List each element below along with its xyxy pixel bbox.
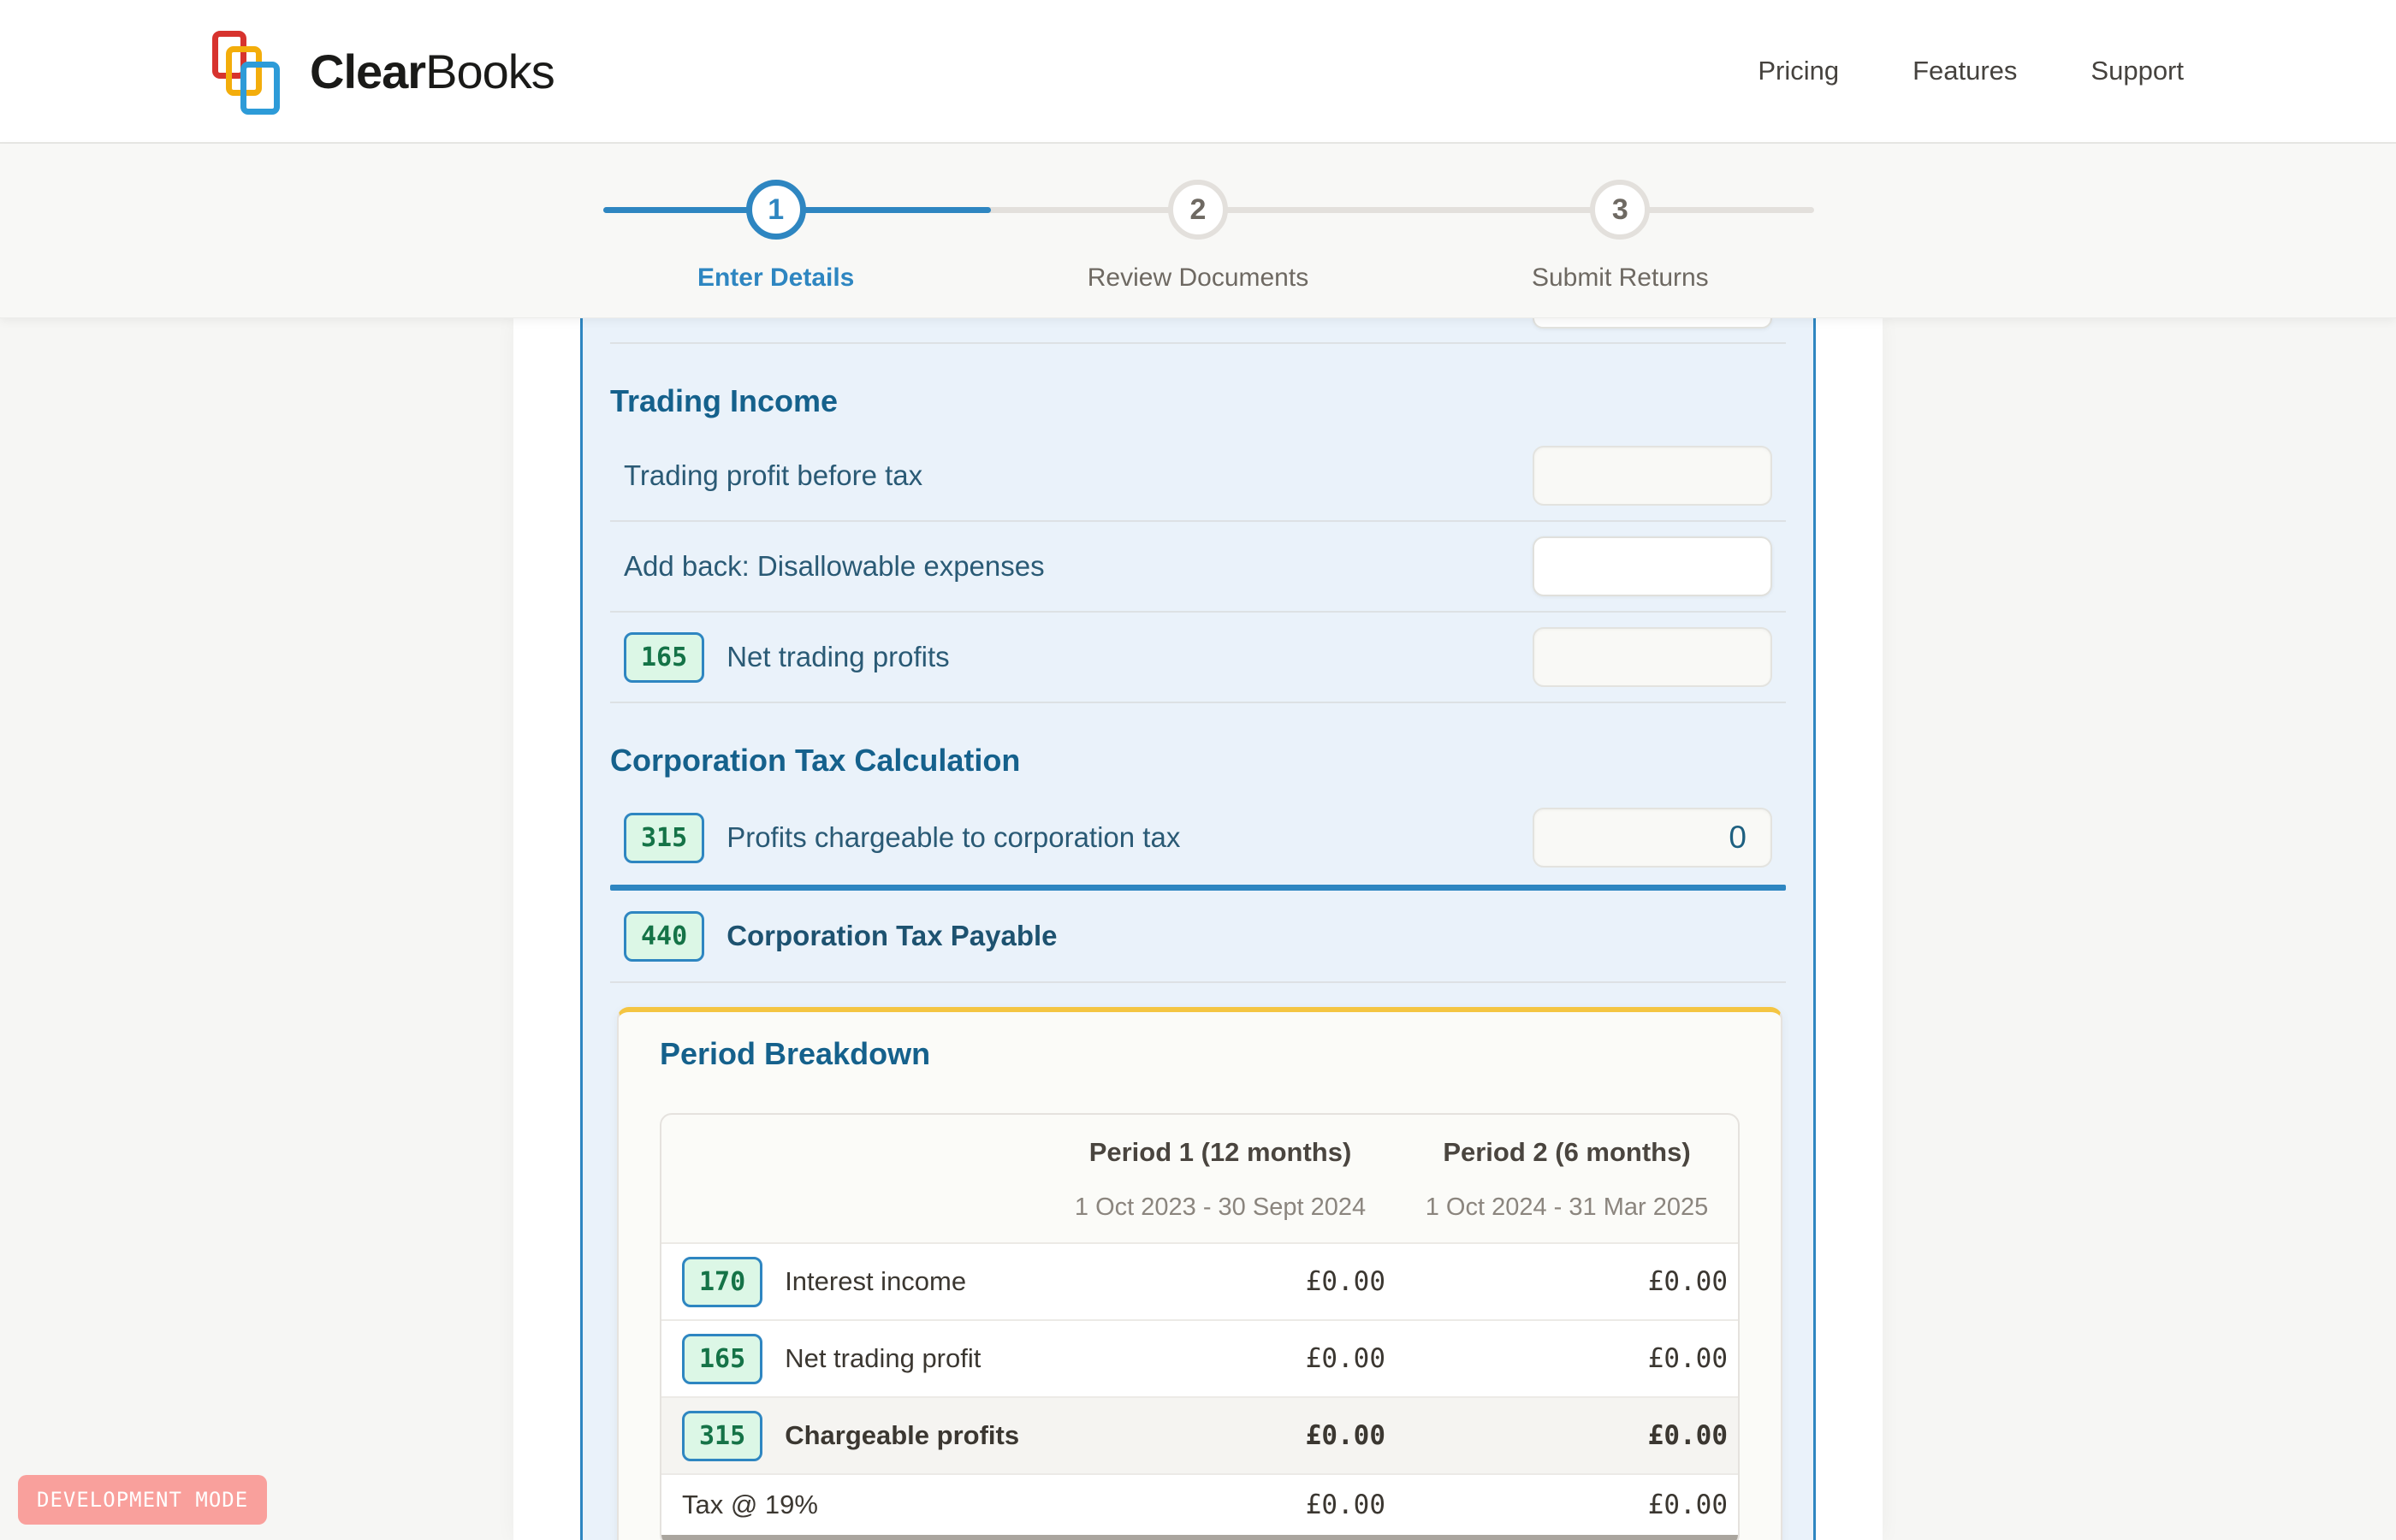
form-row-trading-profit: Trading profit before tax: [610, 431, 1786, 522]
logo-page-blue: [240, 62, 280, 115]
step-2-label: Review Documents: [1088, 264, 1308, 293]
row-divider: [610, 981, 1786, 983]
top-nav: Pricing Features Support: [1758, 56, 2184, 86]
period-1-title: Period 1 (12 months): [1045, 1137, 1396, 1168]
period-breakdown-title: Period Breakdown: [660, 1036, 1740, 1072]
tax-rate-period1-value: £0.00: [1045, 1490, 1396, 1520]
row-divider: [610, 342, 1786, 344]
development-mode-badge: DEVELOPMENT MODE: [18, 1475, 267, 1525]
table-total-separator: [661, 1535, 1738, 1540]
box-165-table-badge: 165: [682, 1334, 762, 1384]
box-440-badge: 440: [624, 911, 704, 962]
header-period-1: Period 1 (12 months) 1 Oct 2023 - 30 Sep…: [1045, 1137, 1396, 1222]
box-315-table-badge: 315: [682, 1411, 762, 1461]
step-1-circle[interactable]: 1: [746, 180, 806, 240]
logo-text-bold: Clear: [310, 44, 425, 98]
interest-income-period1-value: £0.00: [1045, 1266, 1396, 1297]
net-trading-profits-input[interactable]: [1533, 627, 1772, 687]
header-period-2: Period 2 (6 months) 1 Oct 2024 - 31 Mar …: [1396, 1137, 1738, 1222]
cutoff-input-field[interactable]: [1533, 318, 1772, 329]
box-165-badge: 165: [624, 632, 704, 683]
form-row-disallowable-expenses: Add back: Disallowable expenses: [610, 522, 1786, 613]
section-title-trading-income: Trading Income: [610, 383, 1786, 419]
logo-text-regular: Books: [425, 44, 555, 98]
disallowable-expenses-input[interactable]: [1533, 536, 1772, 596]
nav-pricing[interactable]: Pricing: [1758, 56, 1839, 86]
chargeable-profits-period2-value: £0.00: [1396, 1420, 1738, 1451]
nav-support[interactable]: Support: [2091, 56, 2184, 86]
section-title-corporation-tax: Corporation Tax Calculation: [610, 743, 1786, 779]
pages-logo-icon: [212, 31, 291, 116]
chargeable-profits-input[interactable]: [1533, 808, 1772, 868]
step-submit-returns[interactable]: 3 Submit Returns: [1409, 180, 1831, 293]
tax-rate-label: Tax @ 19%: [682, 1490, 818, 1520]
table-row-net-trading-profit: 165 Net trading profit £0.00 £0.00: [661, 1319, 1738, 1396]
step-enter-details[interactable]: 1 Enter Details: [565, 180, 987, 293]
table-row-interest-income: 170 Interest income £0.00 £0.00: [661, 1242, 1738, 1319]
app-header: ClearBooks Pricing Features Support: [0, 0, 2396, 144]
chargeable-profits-row-label: Chargeable profits: [785, 1420, 1019, 1451]
stepper-band: 1 Enter Details 2 Review Documents 3 Sub…: [0, 144, 2396, 318]
period-1-range: 1 Oct 2023 - 30 Sept 2024: [1045, 1194, 1396, 1222]
step-2-circle[interactable]: 2: [1168, 180, 1228, 240]
chargeable-profits-period1-value: £0.00: [1045, 1420, 1396, 1451]
period-breakdown-card: Period Breakdown Period 1 (12 months) 1 …: [617, 1007, 1782, 1540]
table-header-row: Period 1 (12 months) 1 Oct 2023 - 30 Sep…: [661, 1115, 1738, 1242]
interest-income-label: Interest income: [785, 1266, 966, 1297]
tax-form-card: Trading Income Trading profit before tax…: [580, 318, 1816, 1540]
clearbooks-logo[interactable]: ClearBooks: [212, 26, 555, 116]
table-row-tax-rate: Tax @ 19% £0.00 £0.00: [661, 1473, 1738, 1535]
nav-features[interactable]: Features: [1913, 56, 2017, 86]
tax-payable-label: Corporation Tax Payable: [727, 920, 1057, 952]
step-1-label: Enter Details: [697, 264, 854, 293]
interest-income-period2-value: £0.00: [1396, 1266, 1738, 1297]
box-315-badge: 315: [624, 813, 704, 863]
step-review-documents[interactable]: 2 Review Documents: [987, 180, 1409, 293]
tax-rate-period2-value: £0.00: [1396, 1490, 1738, 1520]
form-row-net-trading-profits: 165 Net trading profits: [610, 613, 1786, 703]
wizard-stepper: 1 Enter Details 2 Review Documents 3 Sub…: [565, 144, 1831, 317]
period-2-range: 1 Oct 2024 - 31 Mar 2025: [1396, 1194, 1738, 1222]
period-breakdown-table: Period 1 (12 months) 1 Oct 2023 - 30 Sep…: [660, 1113, 1740, 1540]
period-2-title: Period 2 (6 months): [1396, 1137, 1738, 1168]
chargeable-profits-label: Profits chargeable to corporation tax: [727, 821, 1180, 854]
logo-wordmark: ClearBooks: [310, 44, 555, 99]
box-170-badge: 170: [682, 1257, 762, 1307]
header-spacer: [661, 1137, 1045, 1222]
table-row-chargeable-profits: 315 Chargeable profits £0.00 £0.00: [661, 1396, 1738, 1473]
total-divider: [610, 885, 1786, 891]
step-3-circle[interactable]: 3: [1590, 180, 1650, 240]
trading-profit-input[interactable]: [1533, 446, 1772, 506]
net-trading-profit-period1-value: £0.00: [1045, 1343, 1396, 1374]
form-row-chargeable-profits: 315 Profits chargeable to corporation ta…: [610, 791, 1786, 885]
net-trading-profits-label: Net trading profits: [727, 641, 949, 673]
net-trading-profit-period2-value: £0.00: [1396, 1343, 1738, 1374]
step-3-label: Submit Returns: [1532, 264, 1709, 293]
net-trading-profit-label: Net trading profit: [785, 1343, 981, 1374]
disallowable-expenses-label: Add back: Disallowable expenses: [624, 550, 1045, 583]
form-row-tax-payable: 440 Corporation Tax Payable: [610, 891, 1786, 981]
page-column: Trading Income Trading profit before tax…: [513, 318, 1883, 1540]
trading-profit-label: Trading profit before tax: [624, 459, 922, 492]
